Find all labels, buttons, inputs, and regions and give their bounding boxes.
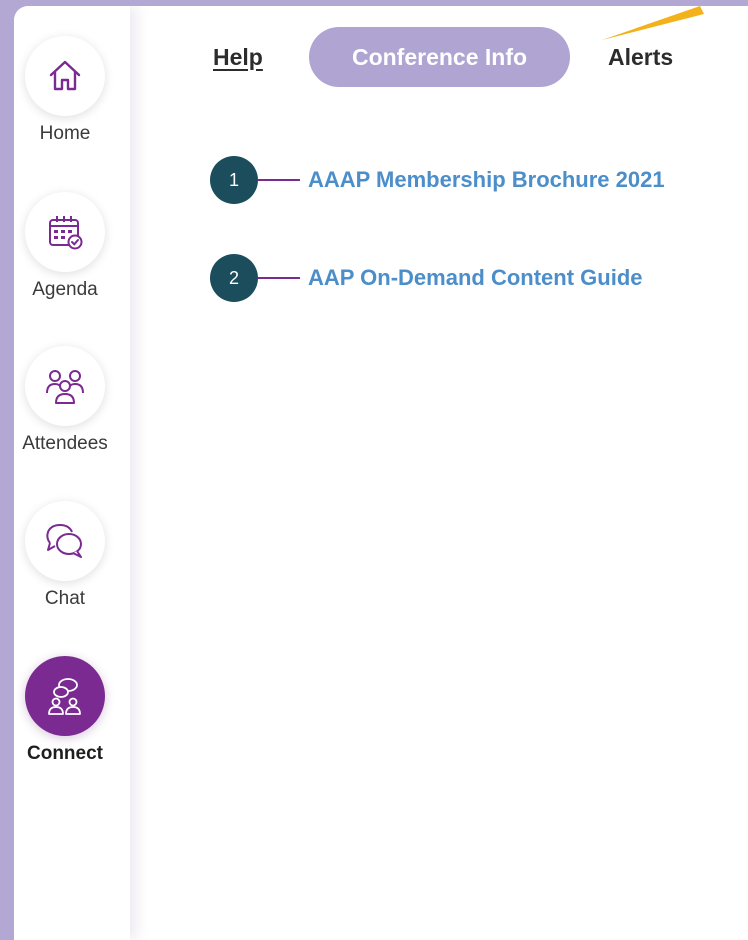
sidebar-item-agenda[interactable]: Agenda: [14, 192, 116, 301]
pointer-arrow-icon: [602, 6, 704, 40]
document-link[interactable]: AAAP Membership Brochure 2021: [308, 167, 665, 193]
sidebar-item-connect[interactable]: Connect: [14, 656, 116, 765]
connector-line: [258, 277, 300, 279]
tab-conference-info[interactable]: Conference Info: [309, 27, 570, 87]
connect-button[interactable]: [25, 656, 105, 736]
document-item[interactable]: 2 AAP On-Demand Content Guide: [210, 254, 643, 302]
main-content: Help Conference Info Alerts 1 AAAP Membe…: [130, 6, 748, 940]
sidebar-item-label: Agenda: [32, 279, 98, 300]
home-icon: [49, 60, 81, 91]
attendees-button[interactable]: [25, 346, 105, 426]
connector-line: [258, 179, 300, 181]
sidebar-item-attendees[interactable]: Attendees: [14, 346, 116, 455]
sidebar-item-label: Chat: [44, 588, 86, 609]
sidebar-item-label: Home: [39, 123, 91, 144]
chat-button[interactable]: [25, 501, 105, 581]
document-item[interactable]: 1 AAAP Membership Brochure 2021: [210, 156, 665, 204]
connect-icon: [48, 678, 81, 715]
sidebar-item-label: Attendees: [22, 433, 108, 454]
document-link[interactable]: AAP On-Demand Content Guide: [308, 265, 643, 291]
document-number-badge: 2: [210, 254, 258, 302]
sidebar-item-chat[interactable]: Chat: [14, 501, 116, 610]
sidebar-item-home[interactable]: Home: [14, 36, 116, 145]
home-button[interactable]: [25, 36, 105, 116]
tab-help[interactable]: Help: [213, 27, 263, 87]
calendar-icon: [49, 216, 83, 250]
agenda-button[interactable]: [25, 192, 105, 272]
sidebar-item-label: Connect: [27, 743, 103, 764]
sidebar: Home Agenda Attendees Chat Connect: [14, 6, 130, 940]
app-frame: Home Agenda Attendees Chat Connect Help …: [14, 6, 748, 940]
people-icon: [46, 370, 84, 404]
chat-icon: [46, 523, 82, 558]
document-number-badge: 1: [210, 156, 258, 204]
